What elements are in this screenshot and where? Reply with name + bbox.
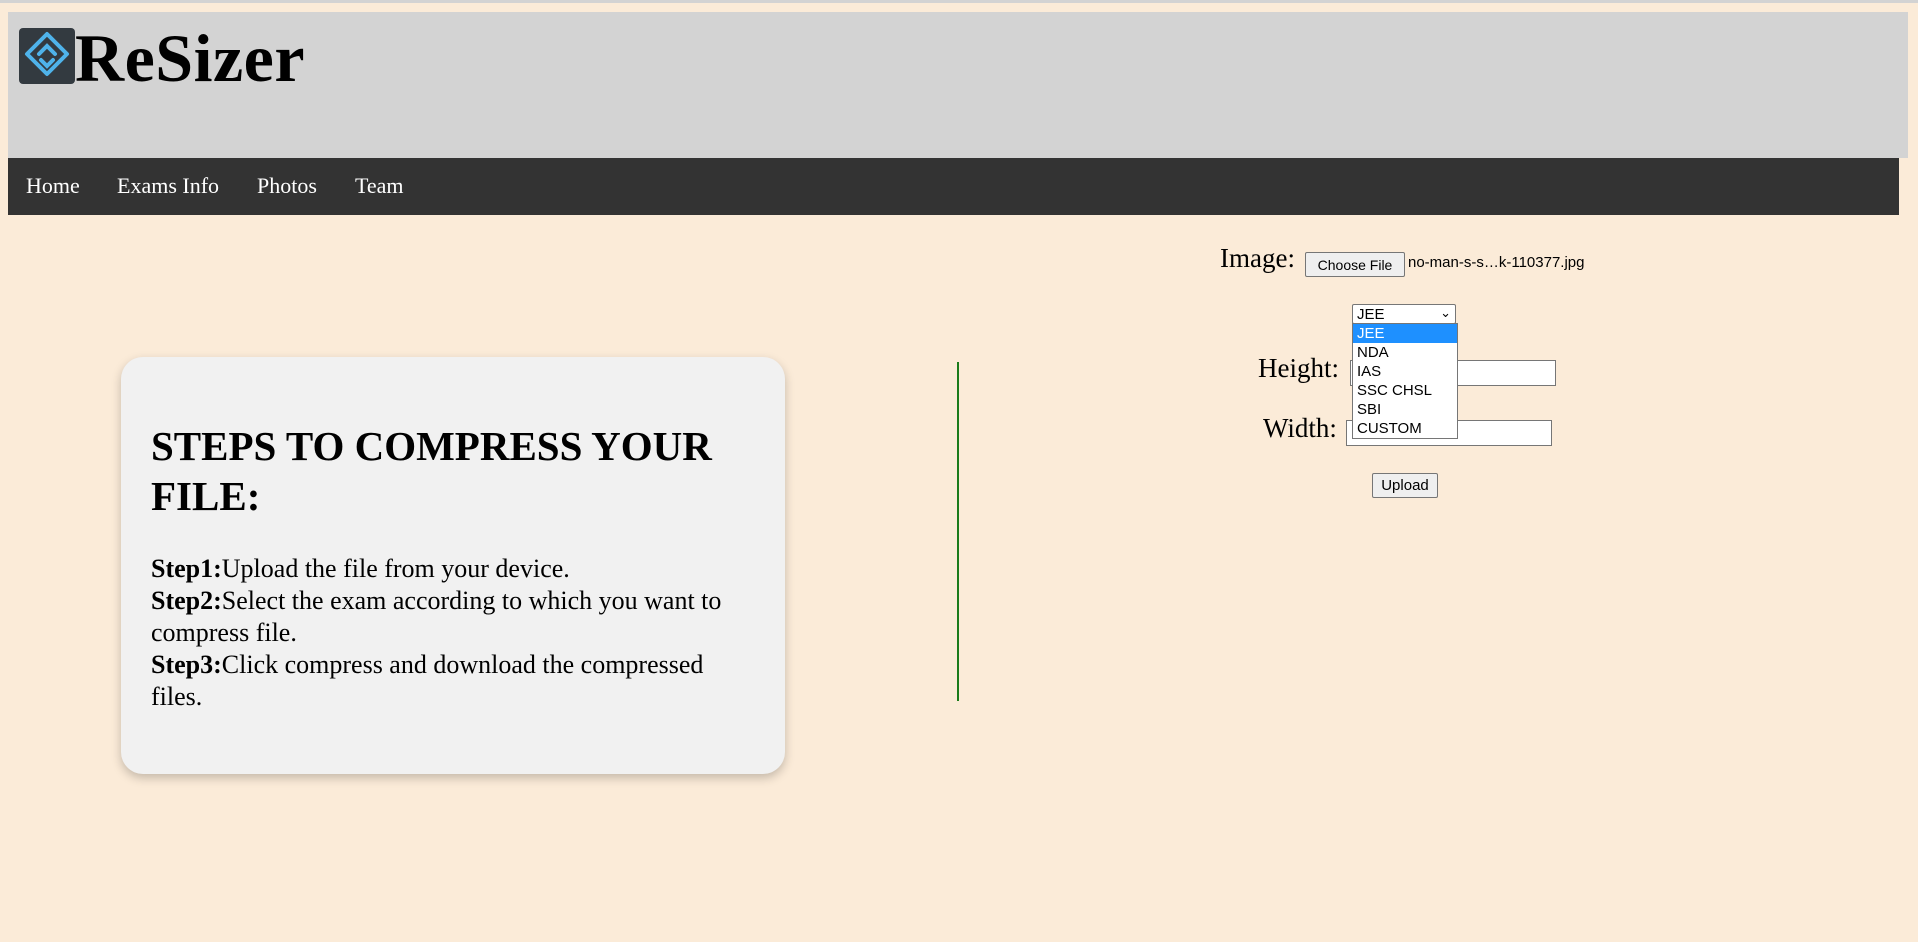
steps-list: Step1:Upload the file from your device. …	[151, 553, 761, 713]
height-label: Height:	[1258, 353, 1339, 383]
exam-select-value: JEE	[1357, 306, 1385, 323]
step-item: Step3:Click compress and download the co…	[151, 649, 761, 713]
step-text: Upload the file from your device.	[221, 554, 570, 583]
vertical-divider	[957, 362, 959, 701]
exam-select[interactable]: JEE ⌄	[1352, 304, 1456, 324]
site-header: ReSizer	[8, 12, 1908, 158]
main-nav: Home Exams Info Photos Team	[8, 158, 1899, 215]
brand-name[interactable]: ReSizer	[75, 24, 305, 92]
step-item: Step2:Select the exam according to which…	[151, 585, 761, 649]
upload-button[interactable]: Upload	[1372, 473, 1438, 498]
nav-item-photos[interactable]: Photos	[257, 173, 317, 199]
nav-item-home[interactable]: Home	[26, 173, 80, 199]
step-item: Step1:Upload the file from your device.	[151, 553, 761, 585]
step-label: Step1:	[151, 554, 222, 583]
nav-item-team[interactable]: Team	[355, 173, 404, 199]
chevron-down-icon: ⌄	[1440, 305, 1451, 320]
nav-item-exams-info[interactable]: Exams Info	[117, 173, 219, 199]
top-border-strip	[0, 0, 1918, 3]
width-label: Width:	[1263, 413, 1337, 443]
exam-option-custom[interactable]: CUSTOM	[1353, 419, 1457, 438]
exam-option-nda[interactable]: NDA	[1353, 343, 1457, 362]
exam-option-ias[interactable]: IAS	[1353, 362, 1457, 381]
step-label: Step3:	[151, 650, 222, 679]
step-text: Select the exam according to which you w…	[151, 586, 722, 647]
exam-option-jee[interactable]: JEE	[1353, 324, 1457, 343]
steps-card: STEPS TO COMPRESS YOUR FILE: Step1:Uploa…	[121, 357, 785, 774]
image-label: Image:	[1220, 243, 1295, 273]
step-text: Click compress and download the compress…	[151, 650, 704, 711]
resizer-logo-icon[interactable]	[19, 28, 75, 84]
step-label: Step2:	[151, 586, 222, 615]
exam-dropdown-list: JEE NDA IAS SSC CHSL SBI CUSTOM	[1352, 323, 1458, 439]
steps-title: STEPS TO COMPRESS YOUR FILE:	[151, 423, 712, 519]
choose-file-button[interactable]: Choose File	[1305, 252, 1405, 277]
exam-option-sbi[interactable]: SBI	[1353, 400, 1457, 419]
exam-option-ssc-chsl[interactable]: SSC CHSL	[1353, 381, 1457, 400]
selected-file-name: no-man-s-s…k-110377.jpg	[1408, 254, 1585, 271]
